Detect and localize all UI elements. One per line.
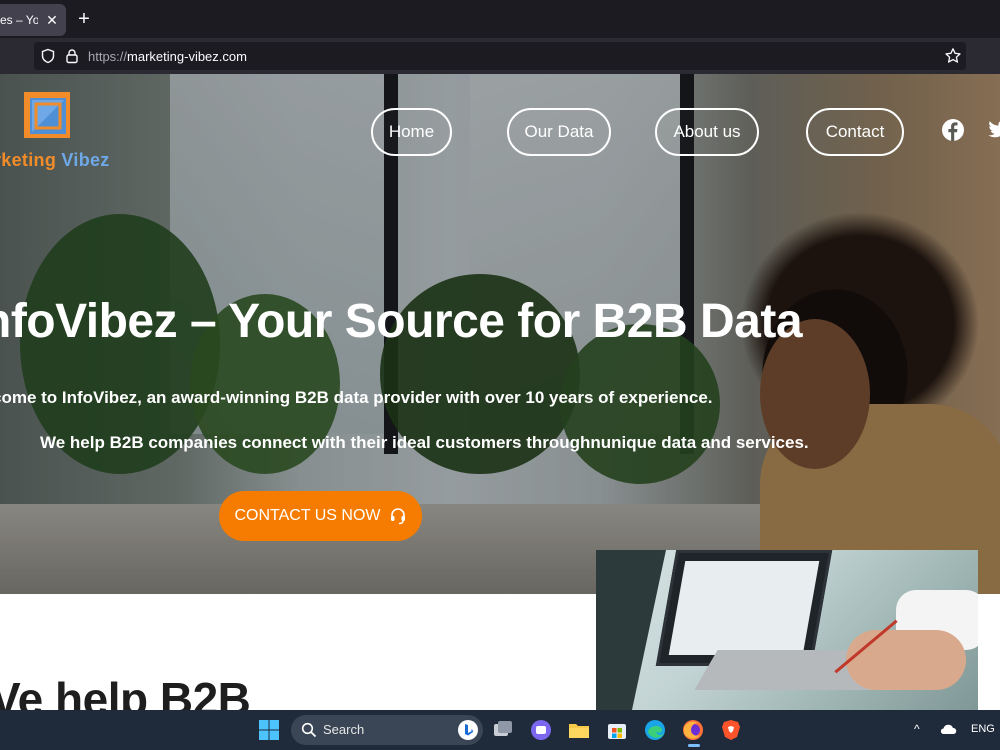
browser-tab[interactable]: es – Your ✕ xyxy=(0,4,66,36)
nav-our-data-button[interactable]: Our Data xyxy=(507,108,611,156)
hero-title: nfoVibez – Your Source for B2B Data xyxy=(0,295,803,348)
twitter-icon[interactable] xyxy=(988,120,1000,140)
logo-text[interactable]: rketing Vibez xyxy=(0,150,110,171)
hero-subtitle-1: come to InfoVibez, an award-winning B2B … xyxy=(0,388,713,407)
facebook-icon[interactable] xyxy=(941,118,965,142)
firefox-icon[interactable] xyxy=(681,718,705,742)
browser-tab-strip: es – Your ✕ + xyxy=(0,0,1000,38)
nav-about-button[interactable]: About us xyxy=(655,108,759,156)
microsoft-store-icon[interactable] xyxy=(605,718,629,742)
language-indicator[interactable]: ENG xyxy=(971,723,995,735)
bookmark-star-icon[interactable] xyxy=(944,47,962,65)
edge-browser-icon[interactable] xyxy=(643,718,667,742)
logo-text-suffix: Vibez xyxy=(61,150,110,170)
cta-label: CONTACT US NOW xyxy=(234,507,381,524)
file-explorer-icon[interactable] xyxy=(567,718,591,742)
onedrive-cloud-icon[interactable] xyxy=(939,722,957,736)
shield-icon[interactable] xyxy=(40,48,56,64)
task-view-icon[interactable] xyxy=(491,718,515,742)
url-host: marketing-vibez.com xyxy=(127,49,247,64)
url-scheme: https:// xyxy=(88,49,128,64)
laptop-photo xyxy=(596,550,978,710)
bing-icon[interactable] xyxy=(457,719,479,741)
lock-icon[interactable] xyxy=(64,48,80,64)
brave-browser-icon[interactable] xyxy=(719,718,743,742)
new-tab-button[interactable]: + xyxy=(76,9,92,29)
nav-home-button[interactable]: Home xyxy=(371,108,452,156)
headset-icon xyxy=(390,508,405,525)
taskbar-search-label: Search xyxy=(323,722,365,737)
windows-start-icon[interactable] xyxy=(258,719,280,741)
tray-overflow-chevron[interactable]: ^ xyxy=(914,722,920,736)
url-text[interactable]: https://marketing-vibez.com xyxy=(88,49,247,64)
active-app-indicator xyxy=(688,744,700,747)
logo-text-prefix: rketing xyxy=(0,150,62,170)
teams-chat-icon[interactable] xyxy=(529,718,553,742)
search-icon xyxy=(301,722,317,738)
contact-us-now-button[interactable]: CONTACT US NOW xyxy=(219,491,422,541)
tab-close-icon[interactable]: ✕ xyxy=(44,12,60,29)
nav-contact-button[interactable]: Contact xyxy=(806,108,904,156)
logo-mark-icon[interactable] xyxy=(24,92,72,140)
hero-subtitle-2: We help B2B companies connect with their… xyxy=(40,433,809,452)
tab-title: es – Your xyxy=(0,13,38,27)
taskbar-search-box[interactable] xyxy=(291,715,483,745)
